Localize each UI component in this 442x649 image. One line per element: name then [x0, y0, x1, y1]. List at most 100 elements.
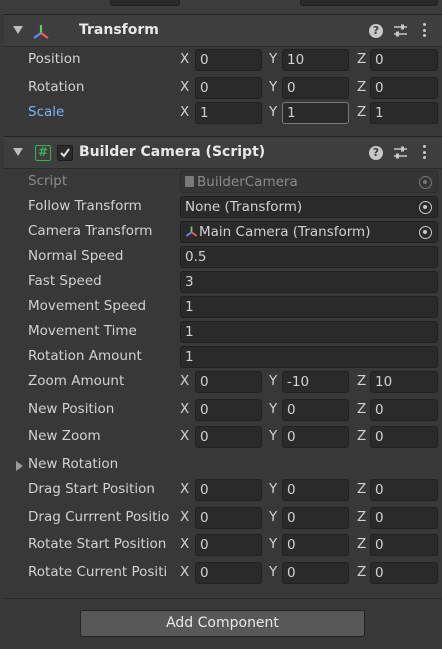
drag-currrent-positio-label: Drag Currrent Positio	[28, 509, 170, 525]
new-position-x-input[interactable]: 0	[195, 399, 262, 421]
rotate-current-positi-row: Rotate Current Positi X 0 Y 0 Z 0	[4, 561, 442, 585]
script-hash-icon: #	[35, 145, 51, 161]
position-row: Position X 0 Y 10 Z 0	[4, 48, 442, 72]
rotation-amount-input[interactable]: 1	[180, 346, 438, 368]
context-menu-icon[interactable]	[423, 145, 427, 162]
normal-speed-label: Normal Speed	[28, 248, 124, 264]
movement-time-row: Movement Time 1	[4, 320, 442, 344]
axis-x-label: X	[180, 536, 190, 552]
movement-time-label: Movement Time	[28, 323, 137, 339]
axis-z-label: Z	[357, 373, 367, 389]
rotate-current-positi-x-input[interactable]: 0	[195, 562, 262, 584]
fast-speed-input[interactable]: 3	[180, 271, 438, 293]
rotation-y-input[interactable]: 0	[282, 77, 349, 99]
presets-icon[interactable]	[393, 23, 408, 42]
tag-dropdown[interactable]	[110, 0, 180, 6]
camera-transform-row: Camera Transform Main Camera (Transform)	[4, 220, 442, 244]
camera-transform-field[interactable]: Main Camera (Transform)	[180, 221, 438, 243]
zoom-amount-y-input[interactable]: -10	[282, 371, 349, 393]
new-position-row: New Position X 0 Y 0 Z 0	[4, 398, 442, 422]
new-position-z-input[interactable]: 0	[370, 399, 438, 421]
context-menu-icon[interactable]	[423, 23, 427, 40]
movement-speed-input[interactable]: 1	[180, 296, 438, 318]
follow-transform-row: Follow Transform None (Transform)	[4, 195, 442, 219]
object-picker-icon[interactable]	[419, 201, 432, 214]
drag-start-position-x-input[interactable]: 0	[195, 479, 262, 501]
zoom-amount-row: Zoom Amount X 0 Y -10 Z 10	[4, 370, 442, 394]
axis-y-label: Y	[269, 373, 278, 389]
drag-start-position-z-input[interactable]: 0	[370, 479, 438, 501]
position-label: Position	[28, 51, 81, 67]
add-component-button[interactable]: Add Component	[80, 610, 365, 637]
fast-speed-row: Fast Speed 3	[4, 270, 442, 294]
position-y-input[interactable]: 10	[282, 49, 349, 71]
component-enabled-checkbox[interactable]	[57, 145, 73, 161]
transform-header[interactable]: Transform ?	[4, 14, 442, 47]
new-rotation-label[interactable]: New Rotation	[28, 456, 178, 472]
new-zoom-x-input[interactable]: 0	[195, 426, 262, 448]
movement-speed-row: Movement Speed 1	[4, 295, 442, 319]
foldout-arrow-icon[interactable]	[16, 461, 23, 471]
rotate-current-positi-label: Rotate Current Positi	[28, 564, 168, 580]
script-value: BuilderCamera	[197, 174, 298, 190]
new-zoom-row: New Zoom X 0 Y 0 Z 0	[4, 425, 442, 449]
rotate-start-position-label: Rotate Start Position	[28, 536, 167, 552]
rotate-start-position-row: Rotate Start Position X 0 Y 0 Z 0	[4, 533, 442, 557]
rotation-z-input[interactable]: 0	[370, 77, 438, 99]
drag-currrent-positio-x-input[interactable]: 0	[195, 507, 262, 529]
scale-row: Scale X 1 Y 1 Z 1	[4, 101, 442, 125]
axis-y-label: Y	[269, 481, 278, 497]
rotate-start-position-z-input[interactable]: 0	[370, 534, 438, 556]
axis-z-label: Z	[357, 51, 367, 67]
axis-x-label: X	[180, 401, 190, 417]
presets-icon[interactable]	[393, 145, 408, 164]
builder-camera-header[interactable]: # Builder Camera (Script) ?	[4, 136, 442, 169]
new-zoom-y-input[interactable]: 0	[282, 426, 349, 448]
zoom-amount-z-input[interactable]: 10	[370, 371, 438, 393]
script-field: BuilderCamera	[180, 171, 438, 193]
rotate-current-positi-z-input[interactable]: 0	[370, 562, 438, 584]
rotation-amount-row: Rotation Amount 1	[4, 345, 442, 369]
axis-z-label: Z	[357, 428, 367, 444]
movement-speed-label: Movement Speed	[28, 298, 147, 314]
drag-currrent-positio-y-input[interactable]: 0	[282, 507, 349, 529]
drag-currrent-positio-z-input[interactable]: 0	[370, 507, 438, 529]
drag-start-position-y-input[interactable]: 0	[282, 479, 349, 501]
fold-arrow-icon[interactable]	[13, 148, 23, 156]
new-zoom-z-input[interactable]: 0	[370, 426, 438, 448]
rotate-current-positi-y-input[interactable]: 0	[282, 562, 349, 584]
axis-z-label: Z	[357, 564, 367, 580]
axis-x-label: X	[180, 428, 190, 444]
zoom-amount-x-input[interactable]: 0	[195, 371, 262, 393]
fold-arrow-icon[interactable]	[13, 26, 23, 34]
camera-transform-value: Main Camera (Transform)	[199, 224, 371, 240]
rotation-row: Rotation X 0 Y 0 Z 0	[4, 76, 442, 100]
normal-speed-input[interactable]: 0.5	[180, 246, 438, 268]
previous-component-strip	[0, 0, 442, 14]
follow-transform-field[interactable]: None (Transform)	[180, 196, 438, 218]
rotate-start-position-y-input[interactable]: 0	[282, 534, 349, 556]
script-label: Script	[28, 173, 68, 189]
transform-axes-icon	[32, 23, 50, 45]
movement-time-input[interactable]: 1	[180, 321, 438, 343]
axis-x-label: X	[180, 481, 190, 497]
axis-z-label: Z	[357, 509, 367, 525]
object-picker-icon[interactable]	[419, 226, 432, 239]
scale-y-input[interactable]: 1	[282, 102, 349, 124]
axis-z-label: Z	[357, 401, 367, 417]
rotation-x-input[interactable]: 0	[195, 77, 262, 99]
new-position-y-input[interactable]: 0	[282, 399, 349, 421]
new-rotation-row[interactable]: New Rotation	[4, 453, 442, 477]
help-icon[interactable]: ?	[369, 24, 383, 38]
scale-label: Scale	[28, 104, 65, 120]
rotate-start-position-x-input[interactable]: 0	[195, 534, 262, 556]
position-z-input[interactable]: 0	[370, 49, 438, 71]
position-x-input[interactable]: 0	[195, 49, 262, 71]
axis-z-label: Z	[357, 104, 367, 120]
axis-y-label: Y	[269, 401, 278, 417]
builder-camera-title: Builder Camera (Script)	[79, 144, 266, 160]
scale-x-input[interactable]: 1	[195, 102, 262, 124]
scale-z-input[interactable]: 1	[370, 102, 438, 124]
help-icon[interactable]: ?	[369, 146, 383, 160]
layer-dropdown[interactable]	[300, 0, 438, 6]
